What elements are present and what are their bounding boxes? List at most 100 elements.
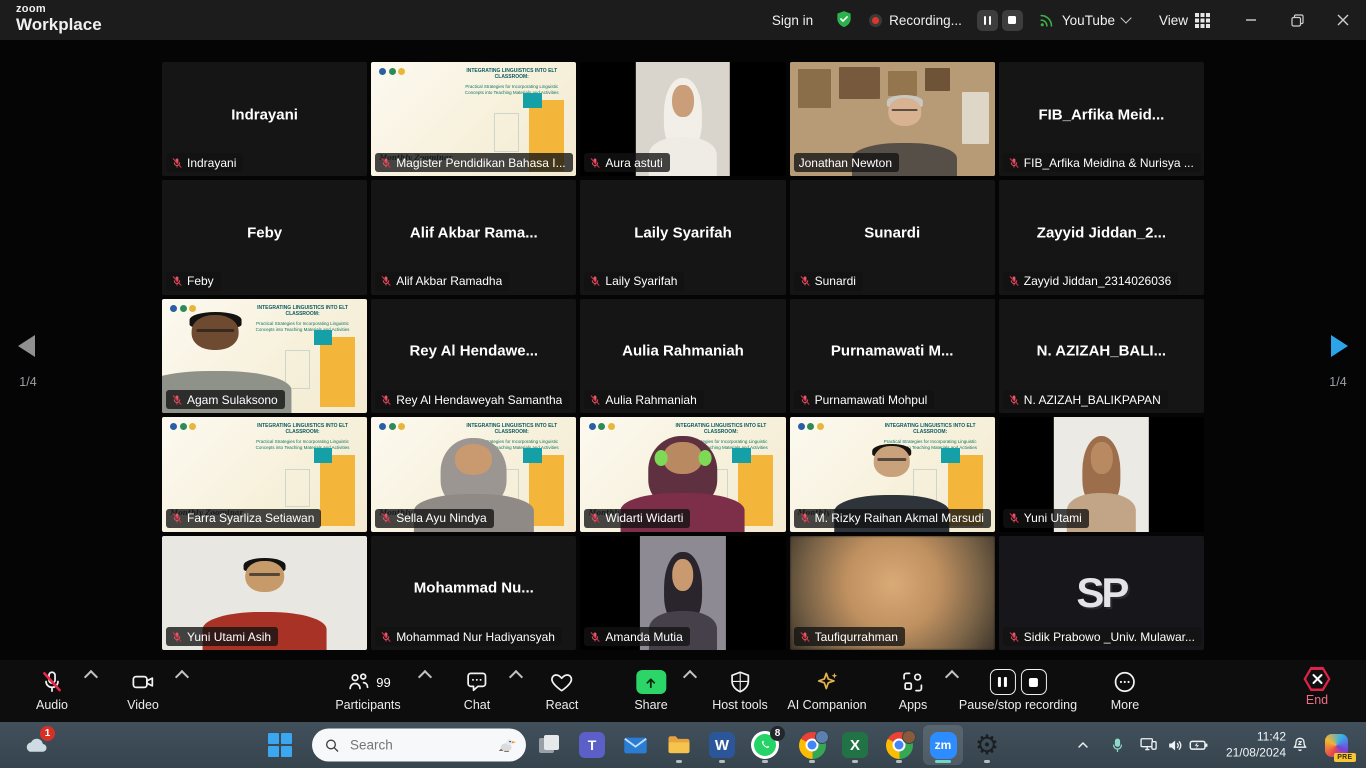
wall-decor [962,92,989,145]
participant-tile[interactable]: Rey Al Hendawe...Rey Al Hendaweyah Saman… [371,299,576,413]
excel-icon[interactable]: X [835,725,875,765]
more-button[interactable]: More [1111,667,1139,712]
onedrive-cloud-icon[interactable]: 1 [15,725,55,765]
task-view-icon[interactable] [529,725,569,765]
participant-tile[interactable]: Jonathan Newton [790,62,995,176]
chrome-profile-icon[interactable] [879,725,919,765]
muted-mic-icon [171,394,183,406]
participant-tile[interactable]: Taufiqurrahman [790,536,995,650]
chrome-icon[interactable] [792,725,832,765]
participant-tile[interactable]: Alif Akbar Rama...Alif Akbar Ramadha [371,180,576,294]
participant-tile[interactable]: FebyFeby [162,180,367,294]
slide-logo-dot [598,423,605,430]
pause-recording-icon[interactable] [989,669,1015,695]
mail-icon[interactable] [615,725,655,765]
logo-zoom: zoom [16,4,102,16]
whatsapp-icon[interactable]: 8 [745,725,785,765]
teams-icon[interactable]: T [572,725,612,765]
view-label[interactable]: View [1159,13,1188,28]
participant-display-name: Laily Syarifah [580,225,785,242]
participant-name-label: FIB_Arfika Meidina & Nurisya ... [1003,153,1201,172]
ai-companion-button[interactable]: AI Companion [787,667,866,712]
muted-mic-icon [1008,157,1020,169]
search-input[interactable] [348,737,488,754]
zoom-app-icon[interactable]: zm [923,725,963,765]
participant-tile[interactable]: IndrayaniIndrayani [162,62,367,176]
file-explorer-icon[interactable] [659,725,699,765]
tray-battery-icon[interactable] [1185,725,1213,765]
end-meeting-button[interactable]: End [1304,667,1331,707]
tray-cast-display-icon[interactable] [1134,725,1164,765]
audio-button[interactable]: Audio [36,667,68,712]
chat-button[interactable]: Chat [464,667,490,712]
participant-tile[interactable]: INTEGRATING LINGUISTICS INTO ELT CLASSRO… [162,299,367,413]
react-button[interactable]: React [546,667,579,712]
participant-tile[interactable]: Purnamawati M...Purnamawati Mohpul [790,299,995,413]
youtube-label[interactable]: YouTube [1062,13,1115,28]
participant-tile[interactable]: Zayyid Jiddan_2...Zayyid Jiddan_23140260… [999,180,1204,294]
participant-tile[interactable]: INTEGRATING LINGUISTICS INTO ELT CLASSRO… [580,417,785,531]
participant-tile[interactable]: Yuni Utami Asih [162,536,367,650]
previous-page-button[interactable] [18,335,35,357]
participant-tile[interactable]: Laily SyarifahLaily Syarifah [580,180,785,294]
participant-tile[interactable]: Aulia RahmaniahAulia Rahmaniah [580,299,785,413]
participant-tile[interactable]: Amanda Mutia [580,536,785,650]
chevron-up-icon[interactable] [418,670,432,684]
participant-tile[interactable]: INTEGRATING LINGUISTICS INTO ELT CLASSRO… [371,62,576,176]
stop-recording-icon[interactable] [1020,669,1046,695]
participant-tile[interactable]: Yuni Utami [999,417,1204,531]
participant-tile[interactable]: INTEGRATING LINGUISTICS INTO ELT CLASSRO… [162,417,367,531]
participant-tile[interactable]: INTEGRATING LINGUISTICS INTO ELT CLASSRO… [371,417,576,531]
pause-stop-recording-button[interactable]: Pause/stop recording [959,667,1077,712]
muted-mic-icon [171,512,183,524]
video-button[interactable]: Video [127,667,159,712]
pause-recording-button[interactable] [977,10,998,31]
running-indicator [984,760,990,763]
participant-name-label: Mohammad Nur Hadiyansyah [375,627,562,646]
participants-button[interactable]: 99Participants [335,667,400,712]
host-tools-button[interactable]: Host tools [712,667,768,712]
chevron-up-icon[interactable] [683,670,697,684]
participant-name-text: Purnamawati Mohpul [815,393,928,407]
focus-assist-bell-icon[interactable] [1286,725,1314,765]
whatsapp-badge: 8 [770,726,785,741]
participant-tile[interactable]: FIB_Arfika Meid...FIB_Arfika Meidina & N… [999,62,1204,176]
participant-tile[interactable]: INTEGRATING LINGUISTICS INTO ELT CLASSRO… [790,417,995,531]
next-page-button[interactable] [1331,335,1348,357]
apps-button[interactable]: Apps [899,667,928,712]
restore-button[interactable] [1274,0,1320,40]
stop-recording-button[interactable] [1002,10,1023,31]
participant-name-label: Agam Sulaksono [166,390,285,409]
taskbar-clock[interactable]: 11:42 21/08/2024 [1210,729,1286,760]
participant-tile[interactable]: Mohammad Nu...Mohammad Nur Hadiyansyah [371,536,576,650]
encryption-shield-icon[interactable] [834,9,854,32]
copilot-icon[interactable]: PRE [1316,725,1356,765]
share-button[interactable]: Share [634,667,667,712]
titlebar: zoom Workplace Sign in Recording... YouT… [0,0,1366,40]
participant-tile[interactable]: N. AZIZAH_BALI...N. AZIZAH_BALIKPAPAN [999,299,1204,413]
taskbar-search[interactable] [312,729,526,762]
participant-name-label: Sunardi [794,272,863,291]
sign-in-link[interactable]: Sign in [772,13,813,28]
start-button[interactable] [260,725,300,765]
chevron-up-icon[interactable] [945,670,959,684]
tray-overflow-chevron[interactable] [1068,725,1098,765]
head-shape [672,85,693,117]
word-icon[interactable]: W [702,725,742,765]
chevron-down-icon[interactable] [1120,12,1131,23]
participant-tile[interactable]: SPSidik Prabowo _Univ. Mulawar... [999,536,1204,650]
view-button[interactable]: View [1159,13,1210,28]
participant-tile[interactable]: Aura astuti [580,62,785,176]
chevron-up-icon[interactable] [509,670,523,684]
participant-tile[interactable]: SunardiSunardi [790,180,995,294]
settings-icon[interactable]: ⚙ [967,725,1007,765]
close-button[interactable] [1320,0,1366,40]
slide-teal-shape [314,330,332,345]
chevron-up-icon[interactable] [84,670,98,684]
recording-label: Recording... [889,13,962,28]
slide-yellow-shape [320,337,355,408]
live-stream-indicator[interactable]: YouTube [1038,12,1130,29]
chevron-up-icon[interactable] [175,670,189,684]
tray-microphone-icon[interactable] [1102,725,1132,765]
minimize-button[interactable] [1228,0,1274,40]
